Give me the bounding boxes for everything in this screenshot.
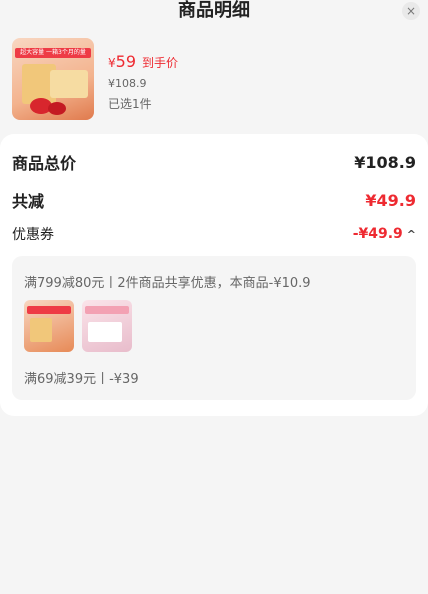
final-price: 59 bbox=[115, 52, 136, 71]
product-image[interactable]: 超大容量 一箱3个月的量 bbox=[12, 38, 94, 120]
product-summary: 超大容量 一箱3个月的量 ¥ 59 到手价 ¥108.9 已选1件 bbox=[12, 38, 416, 122]
final-price-row: ¥ 59 到手价 bbox=[108, 52, 178, 71]
total-discount-value: ¥49.9 bbox=[365, 190, 416, 210]
thumb-2-box bbox=[88, 322, 122, 342]
price-detail-card: 商品总价 ¥108.9 共减 ¥49.9 优惠券 -¥49.9 ^ 满799减80… bbox=[0, 134, 428, 416]
product-info: ¥ 59 到手价 ¥108.9 已选1件 bbox=[108, 52, 178, 112]
product-image-fruit-2 bbox=[48, 102, 66, 115]
close-button[interactable]: × bbox=[402, 2, 420, 20]
coupon-value: -¥49.9 bbox=[352, 226, 403, 242]
close-icon: × bbox=[405, 4, 417, 18]
thumb-2-tag bbox=[85, 306, 129, 314]
total-price-label: 商品总价 bbox=[12, 154, 77, 173]
total-price-row: 商品总价 ¥108.9 bbox=[12, 150, 416, 174]
final-price-hint: 到手价 bbox=[142, 56, 179, 70]
selected-quantity: 已选1件 bbox=[108, 97, 152, 111]
coupon-rule-2: 满69减39元丨-¥39 bbox=[24, 372, 139, 387]
product-image-box-2 bbox=[50, 70, 88, 98]
coupon-product-thumb-2[interactable] bbox=[82, 300, 132, 352]
coupon-rule-1: 满799减80元丨2件商品共享优惠，本商品-¥10.9 bbox=[24, 276, 311, 291]
coupon-detail-panel: 满799减80元丨2件商品共享优惠，本商品-¥10.9 满69减39元丨-¥39 bbox=[12, 256, 416, 400]
coupon-row[interactable]: 优惠券 -¥49.9 ^ bbox=[12, 224, 416, 244]
coupon-label: 优惠券 bbox=[12, 227, 54, 243]
thumb-1-box bbox=[30, 318, 52, 342]
total-price-value: ¥108.9 bbox=[354, 152, 416, 172]
coupon-value-group: -¥49.9 ^ bbox=[353, 226, 416, 242]
total-discount-label: 共减 bbox=[12, 192, 45, 211]
thumb-1-tag bbox=[27, 306, 71, 314]
total-discount-row: 共减 ¥49.9 bbox=[12, 188, 416, 212]
chevron-up-icon[interactable]: ^ bbox=[407, 228, 416, 241]
coupon-product-thumb-1[interactable] bbox=[24, 300, 74, 352]
original-price: ¥108.9 bbox=[108, 77, 147, 90]
page-title: 商品明细 bbox=[178, 0, 250, 21]
currency-symbol: ¥ bbox=[108, 56, 116, 70]
header: 商品明细 × bbox=[0, 0, 428, 26]
product-image-tag: 超大容量 一箱3个月的量 bbox=[15, 48, 91, 58]
